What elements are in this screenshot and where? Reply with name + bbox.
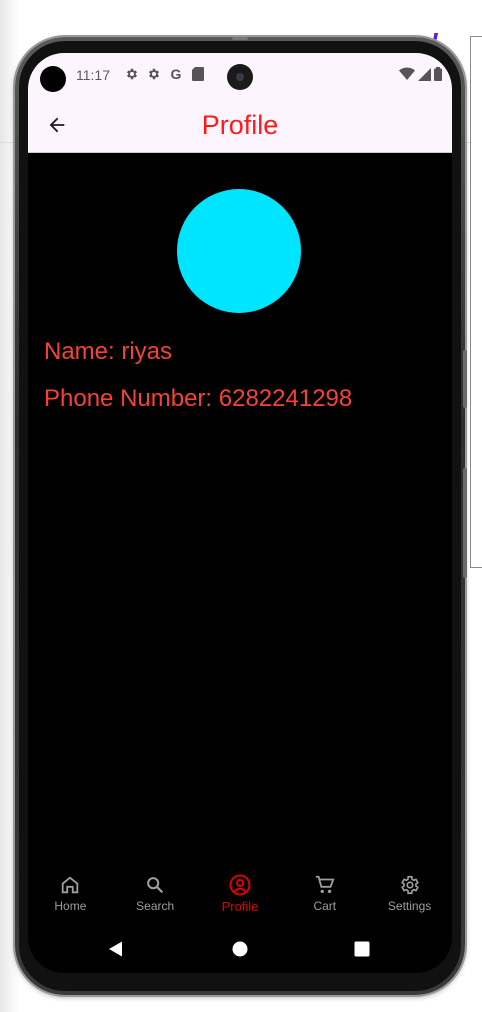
profile-name-text: Name: riyas [44,338,173,365]
phone-power-button [463,468,467,578]
status-system-icons [399,67,442,86]
phone-screen: 11:17 G Profile Name: riyas Phone Number… [28,53,452,973]
nav-label-search: Search [136,899,175,913]
recents-square-icon [354,941,370,957]
bottom-navigation: Home Search Profile Cart Settings [28,863,452,925]
phone-top-button [232,37,248,40]
home-circle-icon [232,941,248,957]
profile-phone-text: Phone Number: 6282241298 [44,385,353,412]
nav-item-settings[interactable]: Settings [367,863,452,925]
google-g-icon: G [170,66,182,82]
battery-icon [434,67,442,86]
phone-volume-button [463,350,467,408]
back-button[interactable] [42,110,72,140]
nav-label-cart: Cart [313,899,337,913]
avatar [177,189,301,313]
front-camera [227,64,253,90]
wifi-icon [399,67,415,86]
settings-gear-icon [146,66,162,82]
sd-card-icon [190,66,206,82]
system-navigation-bar [28,925,452,973]
background-side-panel [470,36,482,568]
nav-item-home[interactable]: Home [28,863,113,925]
search-icon [143,873,167,897]
back-triangle-icon [109,941,122,957]
home-icon [58,873,82,897]
system-recents-button[interactable] [350,937,374,961]
settings-icon [398,873,422,897]
signal-icon [418,67,431,86]
nav-item-profile[interactable]: Profile [198,863,283,925]
desktop-background: o! 11:17 G [0,0,482,1012]
status-bar: 11:17 G [28,53,452,98]
nav-label-settings: Settings [387,899,432,913]
nav-item-cart[interactable]: Cart [282,863,367,925]
system-home-button[interactable] [228,937,252,961]
nav-label-home: Home [54,899,87,913]
arrow-back-icon [49,117,65,133]
system-back-button[interactable] [104,937,128,961]
nav-label-profile: Profile [221,899,259,914]
settings-gear-icon [124,66,140,82]
shopping-cart-icon [313,873,337,897]
status-notification-icons: G [124,66,206,82]
status-time: 11:17 [76,67,110,83]
page-title: Profile [201,110,279,140]
status-notch-dot [40,66,66,92]
account-circle-icon [228,873,252,897]
app-bar: Profile [28,98,452,153]
nav-item-search[interactable]: Search [113,863,198,925]
